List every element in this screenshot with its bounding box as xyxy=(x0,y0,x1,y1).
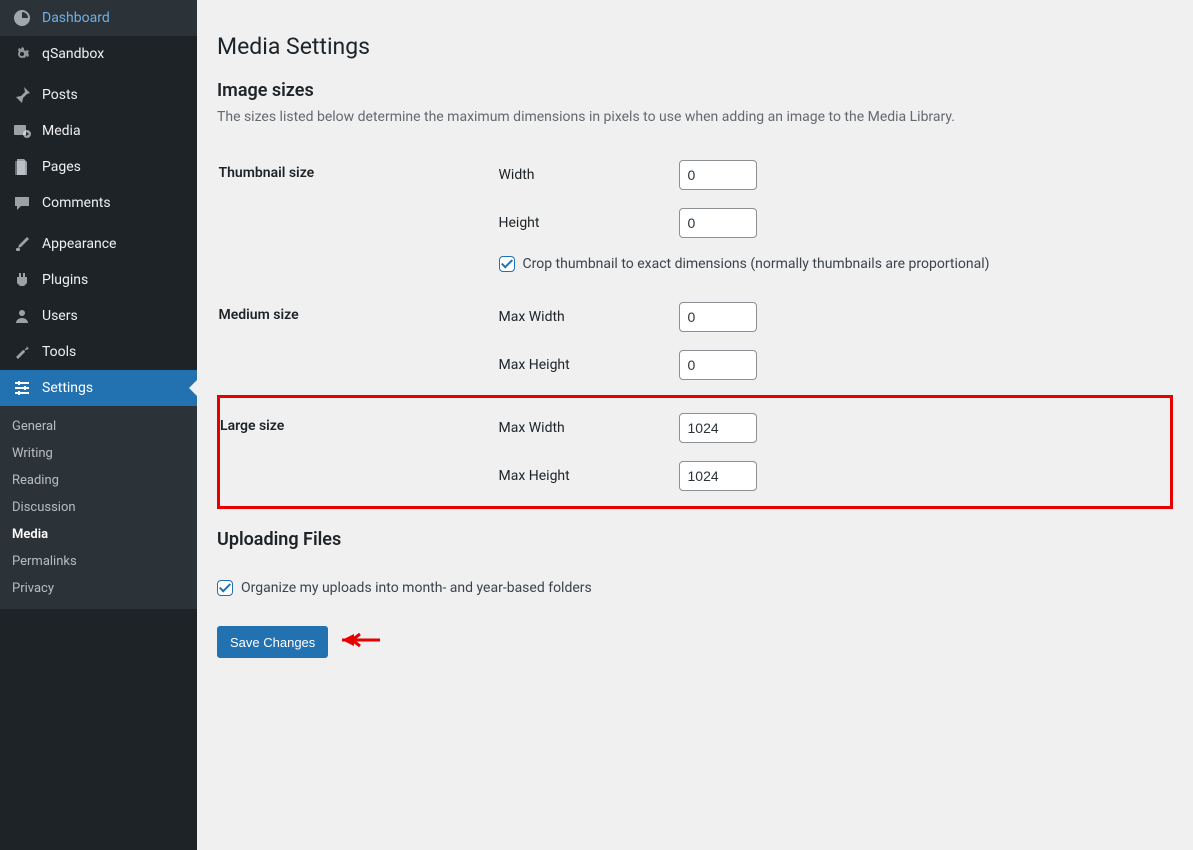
thumbnail-height-label: Height xyxy=(499,215,679,231)
large-max-height-input[interactable] xyxy=(679,461,757,491)
submenu-item-permalinks[interactable]: Permalinks xyxy=(0,548,197,575)
wrench-icon xyxy=(12,342,32,362)
submenu-item-writing[interactable]: Writing xyxy=(0,440,197,467)
medium-size-label: Medium size xyxy=(219,287,489,397)
image-sizes-heading: Image sizes xyxy=(217,80,1173,101)
thumbnail-crop-checkbox[interactable] xyxy=(499,256,515,272)
brush-icon xyxy=(12,234,32,254)
sidebar-item-pages[interactable]: Pages xyxy=(0,149,197,185)
organize-uploads-label[interactable]: Organize my uploads into month- and year… xyxy=(241,580,592,596)
sidebar-item-dashboard[interactable]: Dashboard xyxy=(0,0,197,36)
comment-icon xyxy=(12,193,32,213)
sidebar-item-label: Posts xyxy=(42,87,78,103)
organize-uploads-checkbox[interactable] xyxy=(217,580,233,596)
sidebar-item-appearance[interactable]: Appearance xyxy=(0,226,197,262)
submenu-item-general[interactable]: General xyxy=(0,413,197,440)
thumbnail-width-input[interactable] xyxy=(679,160,757,190)
uploading-files-heading: Uploading Files xyxy=(217,529,1173,550)
submenu-item-media[interactable]: Media xyxy=(0,521,197,548)
settings-submenu: General Writing Reading Discussion Media… xyxy=(0,406,197,609)
medium-max-height-input[interactable] xyxy=(679,350,757,380)
sidebar-item-label: Users xyxy=(42,308,78,324)
thumbnail-height-input[interactable] xyxy=(679,208,757,238)
submenu-item-discussion[interactable]: Discussion xyxy=(0,494,197,521)
sidebar-item-label: Settings xyxy=(42,380,93,396)
sidebar-item-posts[interactable]: Posts xyxy=(0,77,197,113)
large-size-highlight: Large size Max Width Max Height xyxy=(219,397,1172,508)
sidebar-item-label: qSandbox xyxy=(42,46,104,62)
sidebar-item-tools[interactable]: Tools xyxy=(0,334,197,370)
sidebar-item-label: Appearance xyxy=(42,236,116,252)
sidebar-item-qsandbox[interactable]: qSandbox xyxy=(0,36,197,72)
image-sizes-description: The sizes listed below determine the max… xyxy=(217,109,1173,125)
medium-max-width-input[interactable] xyxy=(679,302,757,332)
user-icon xyxy=(12,306,32,326)
admin-sidebar: Dashboard qSandbox Posts Media Pages Com… xyxy=(0,0,197,850)
thumbnail-width-label: Width xyxy=(499,167,679,183)
arrow-annotation-icon xyxy=(340,630,382,654)
sidebar-item-plugins[interactable]: Plugins xyxy=(0,262,197,298)
sidebar-item-label: Pages xyxy=(42,159,81,175)
pin-icon xyxy=(12,85,32,105)
media-icon xyxy=(12,121,32,141)
gear-icon xyxy=(12,44,32,64)
thumbnail-crop-label[interactable]: Crop thumbnail to exact dimensions (norm… xyxy=(523,256,990,272)
settings-table: Thumbnail size Width Height Crop thumbna… xyxy=(217,145,1173,509)
main-content: Media Settings Image sizes The sizes lis… xyxy=(197,0,1193,850)
medium-max-width-label: Max Width xyxy=(499,309,679,325)
medium-max-height-label: Max Height xyxy=(499,357,679,373)
save-changes-button[interactable]: Save Changes xyxy=(217,626,328,658)
sidebar-item-settings[interactable]: Settings xyxy=(0,370,197,406)
sidebar-item-users[interactable]: Users xyxy=(0,298,197,334)
large-size-label: Large size xyxy=(219,397,489,508)
dashboard-icon xyxy=(12,8,32,28)
sidebar-item-label: Media xyxy=(42,123,81,139)
sidebar-item-label: Dashboard xyxy=(42,10,110,26)
large-max-width-label: Max Width xyxy=(499,420,679,436)
thumbnail-size-label: Thumbnail size xyxy=(219,145,489,287)
sidebar-item-media[interactable]: Media xyxy=(0,113,197,149)
sidebar-item-label: Tools xyxy=(42,344,76,360)
sidebar-item-comments[interactable]: Comments xyxy=(0,185,197,221)
sidebar-item-label: Comments xyxy=(42,195,111,211)
plugin-icon xyxy=(12,270,32,290)
large-max-width-input[interactable] xyxy=(679,413,757,443)
page-title: Media Settings xyxy=(217,33,1173,60)
submenu-item-privacy[interactable]: Privacy xyxy=(0,575,197,602)
settings-icon xyxy=(12,378,32,398)
page-icon xyxy=(12,157,32,177)
large-max-height-label: Max Height xyxy=(499,468,679,484)
sidebar-item-label: Plugins xyxy=(42,272,88,288)
submenu-item-reading[interactable]: Reading xyxy=(0,467,197,494)
